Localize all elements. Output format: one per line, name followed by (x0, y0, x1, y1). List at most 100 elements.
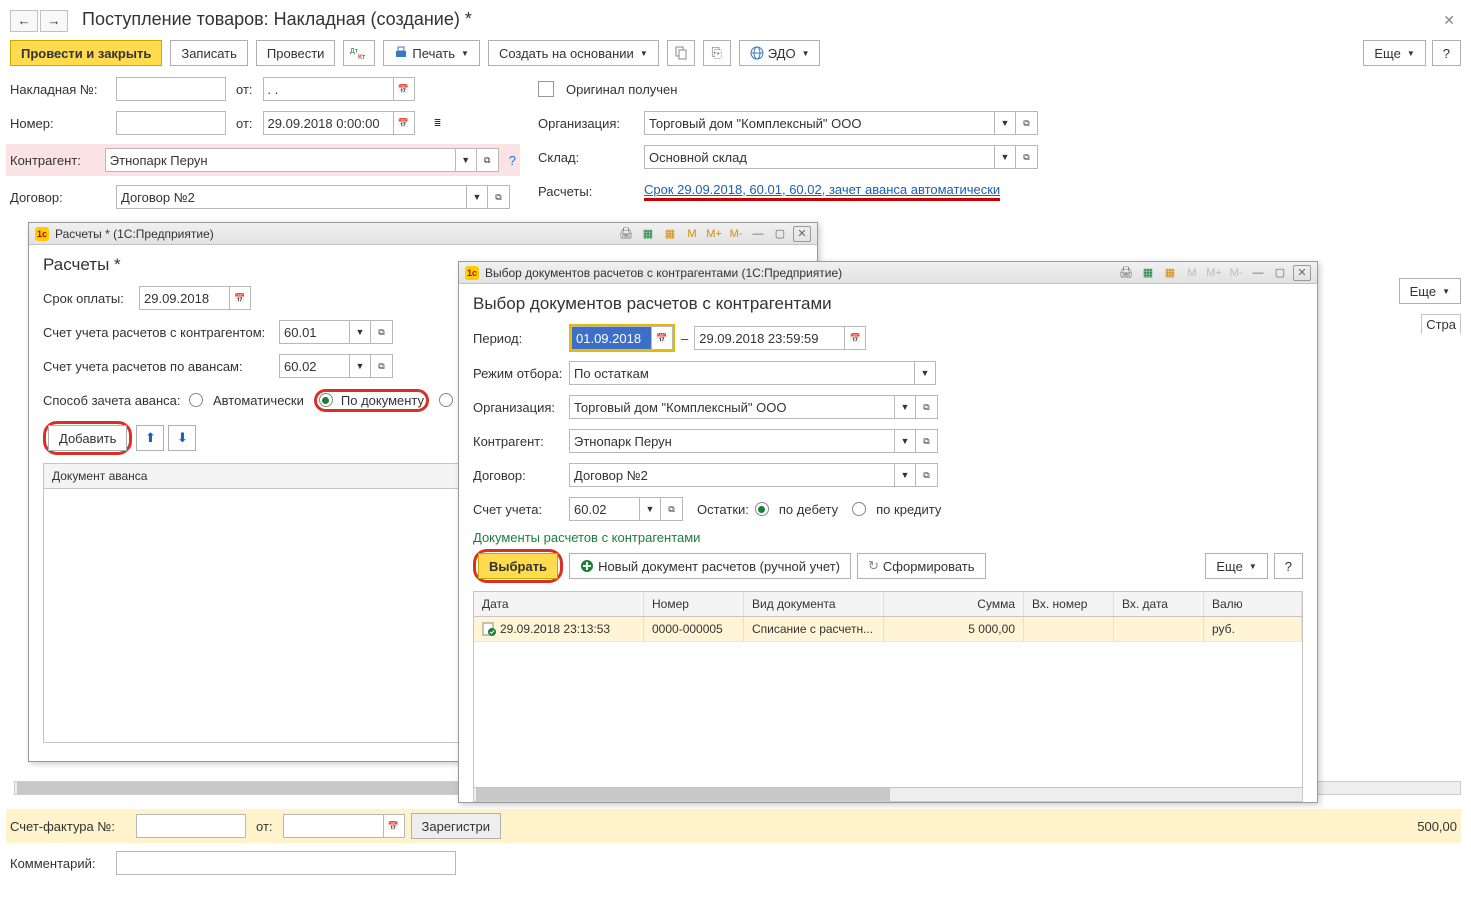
table-more-button[interactable]: Еще▼ (1399, 278, 1461, 304)
open-button[interactable]: ⧉ (371, 354, 393, 378)
warehouse-input[interactable]: Основной склад (644, 145, 994, 169)
dropdown-button[interactable]: ▼ (914, 361, 936, 385)
print-button[interactable]: Печать▼ (383, 40, 480, 66)
print-icon[interactable]: 🖨 (617, 226, 635, 242)
contract-input[interactable]: Договор №2 (569, 463, 894, 487)
m-icon[interactable]: M (1183, 265, 1201, 281)
side-tab[interactable]: Стра (1421, 314, 1461, 334)
open-button[interactable]: ⧉ (916, 463, 938, 487)
dialog-select-titlebar[interactable]: 1c Выбор документов расчетов с контраген… (459, 262, 1317, 284)
calendar-orange-icon[interactable]: ▦ (661, 226, 679, 242)
filter-input[interactable]: По остаткам (569, 361, 914, 385)
list-lines-icon[interactable]: ≣ (427, 111, 449, 135)
move-down-button[interactable]: ⬇ (168, 425, 196, 451)
open-button[interactable]: ⧉ (916, 395, 938, 419)
acc-input[interactable]: 60.02 (569, 497, 639, 521)
counter-input[interactable]: Этнопарк Перун (569, 429, 894, 453)
select-button[interactable]: Выбрать (478, 553, 558, 579)
calendar-button[interactable]: 📅 (229, 286, 251, 310)
col-curr[interactable]: Валю (1204, 592, 1302, 616)
more-button[interactable]: Еще▼ (1363, 40, 1425, 66)
dropdown-button[interactable]: ▼ (894, 395, 916, 419)
m-plus-icon[interactable]: M+ (705, 226, 723, 242)
table-row[interactable]: 29.09.2018 23:13:53 0000-000005 Списание… (474, 617, 1302, 642)
dropdown-button[interactable]: ▼ (455, 148, 477, 172)
balance-debit-radio[interactable] (755, 502, 769, 516)
invoice-no-input[interactable] (116, 77, 226, 101)
acc-counter-input[interactable]: 60.01 (279, 320, 349, 344)
mode-doc-radio[interactable] (319, 393, 333, 407)
doc-date-input[interactable]: 29.09.2018 0:00:00 (263, 111, 393, 135)
save-button[interactable]: Записать (170, 40, 248, 66)
original-received-checkbox[interactable] (538, 81, 554, 97)
calendar-button-2[interactable]: 📅 (393, 111, 415, 135)
dropdown-button[interactable]: ▼ (349, 354, 371, 378)
dropdown-button[interactable]: ▼ (894, 463, 916, 487)
m-icon[interactable]: M (683, 226, 701, 242)
counterparty-input[interactable]: Этнопарк Перун (105, 148, 455, 172)
post-button[interactable]: Провести (256, 40, 336, 66)
attach-button[interactable]: ⎘ (703, 40, 731, 66)
col-in-date[interactable]: Вх. дата (1114, 592, 1204, 616)
open-button[interactable]: ⧉ (916, 429, 938, 453)
files-button[interactable] (667, 40, 695, 66)
col-in-num[interactable]: Вх. номер (1024, 592, 1114, 616)
calendar-button[interactable]: 📅 (393, 77, 415, 101)
more-button-2[interactable]: Еще▼ (1205, 553, 1267, 579)
post-close-button[interactable]: Провести и закрыть (10, 40, 162, 66)
invoice-date-input[interactable]: . . (263, 77, 393, 101)
calendar-green-icon[interactable]: ▦ (1139, 265, 1157, 281)
comment-input[interactable] (116, 851, 456, 875)
org-input[interactable]: Торговый дом "Комплексный" ООО (569, 395, 894, 419)
open-button[interactable]: ⧉ (661, 497, 683, 521)
open-button[interactable]: ⧉ (371, 320, 393, 344)
maximize-icon[interactable]: ▢ (1271, 265, 1289, 281)
m-minus-icon[interactable]: M- (1227, 265, 1245, 281)
add-button[interactable]: Добавить (48, 425, 127, 451)
sf-number-input[interactable] (136, 814, 246, 838)
print-icon[interactable]: 🖨 (1117, 265, 1135, 281)
close-icon[interactable]: ✕ (1443, 12, 1455, 29)
calendar-button[interactable]: 📅 (844, 326, 866, 350)
dropdown-button[interactable]: ▼ (349, 320, 371, 344)
due-date-input[interactable]: 29.09.2018 (139, 286, 229, 310)
dropdown-button[interactable]: ▼ (994, 145, 1016, 169)
minimize-icon[interactable]: — (749, 226, 767, 242)
nav-back-button[interactable]: ← (10, 10, 38, 32)
open-button[interactable]: ⧉ (1016, 111, 1038, 135)
org-input[interactable]: Торговый дом "Комплексный" ООО (644, 111, 994, 135)
register-button[interactable]: Зарегистри (411, 813, 502, 839)
refresh-button[interactable]: ↻ Сформировать (857, 553, 986, 579)
number-input[interactable] (116, 111, 226, 135)
mode-none-radio[interactable] (439, 393, 453, 407)
debit-credit-button[interactable]: ДтКт (343, 40, 375, 66)
open-button[interactable]: ⧉ (477, 148, 499, 172)
new-doc-button[interactable]: Новый документ расчетов (ручной учет) (569, 553, 851, 579)
dropdown-button[interactable]: ▼ (994, 111, 1016, 135)
m-minus-icon[interactable]: M- (727, 226, 745, 242)
col-sum[interactable]: Сумма (884, 592, 1024, 616)
dropdown-button[interactable]: ▼ (466, 185, 488, 209)
calc-link[interactable]: Срок 29.09.2018, 60.01, 60.02, зачет ава… (644, 182, 1000, 201)
period-to-input[interactable]: 29.09.2018 23:59:59 (694, 326, 844, 350)
calendar-button[interactable]: 📅 (651, 326, 673, 350)
minimize-icon[interactable]: — (1249, 265, 1267, 281)
open-button[interactable]: ⧉ (1016, 145, 1038, 169)
sf-date-input[interactable] (283, 814, 383, 838)
nav-forward-button[interactable]: → (40, 10, 68, 32)
help-button-2[interactable]: ? (1274, 553, 1303, 579)
open-button[interactable]: ⧉ (488, 185, 510, 209)
dropdown-button[interactable]: ▼ (894, 429, 916, 453)
period-from-input[interactable]: 01.09.2018 (571, 326, 651, 350)
calendar-button-3[interactable]: 📅 (383, 814, 405, 838)
acc-advance-input[interactable]: 60.02 (279, 354, 349, 378)
contract-input[interactable]: Договор №2 (116, 185, 466, 209)
help-button[interactable]: ? (1432, 40, 1461, 66)
close-icon[interactable]: ✕ (1293, 265, 1311, 281)
help-link[interactable]: ? (509, 153, 516, 168)
mode-auto-radio[interactable] (189, 393, 203, 407)
m-plus-icon[interactable]: M+ (1205, 265, 1223, 281)
col-date[interactable]: Дата (474, 592, 644, 616)
balance-credit-radio[interactable] (852, 502, 866, 516)
col-type[interactable]: Вид документа (744, 592, 884, 616)
